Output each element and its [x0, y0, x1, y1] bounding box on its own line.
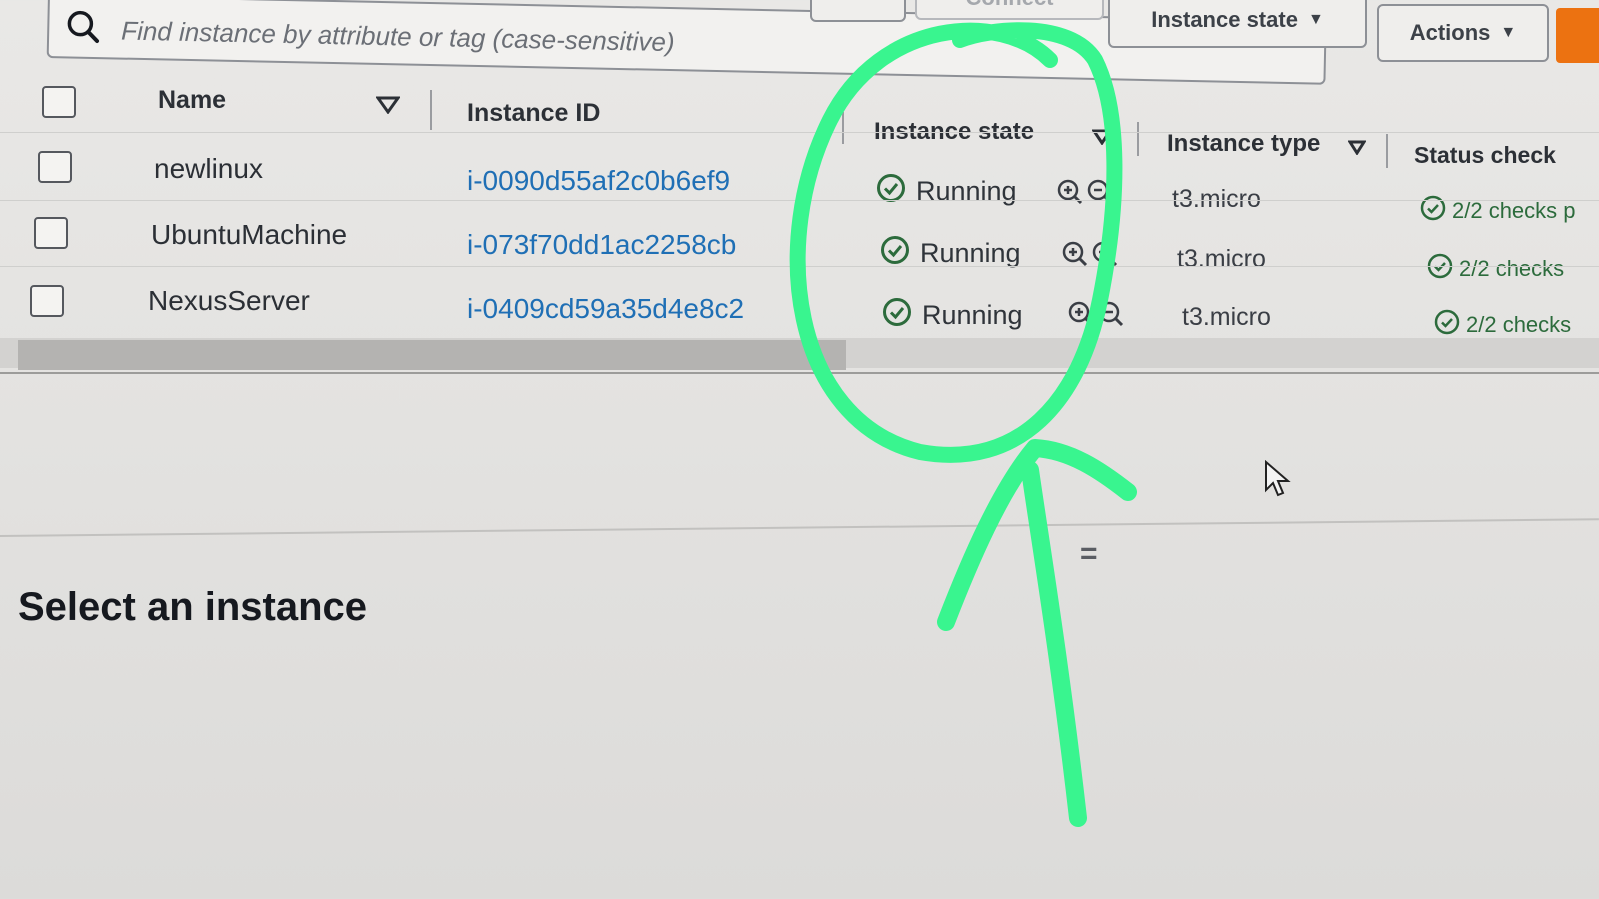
row-checkbox[interactable] [38, 151, 72, 183]
split-panel-divider[interactable] [0, 518, 1599, 537]
instance-id-link[interactable]: i-0409cd59a35d4e8c2 [467, 293, 744, 325]
mouse-pointer-icon [1264, 459, 1292, 503]
toolbar: Find instance by attribute or tag (case-… [0, 0, 1599, 85]
actions-dropdown[interactable]: Actions ▼ [1377, 4, 1549, 62]
instance-id-link[interactable]: i-073f70dd1ac2258cb [467, 229, 736, 261]
instance-name: newlinux [154, 153, 263, 184]
caret-down-icon: ▼ [1307, 11, 1324, 28]
zoom-in-icon[interactable] [1068, 301, 1094, 332]
table-row[interactable]: UbuntuMachine i-073f70dd1ac2258cb Runnin… [0, 200, 1599, 281]
search-icon [65, 8, 102, 50]
horizontal-scrollbar-thumb[interactable] [18, 340, 846, 370]
launch-instances-button[interactable] [1556, 8, 1599, 63]
actions-label: Actions [1409, 20, 1491, 45]
instance-state-label: Instance state [1151, 7, 1298, 32]
refresh-button[interactable] [810, 0, 906, 22]
table-divider [0, 372, 1599, 374]
connect-button[interactable]: Connect [915, 0, 1104, 20]
table-row[interactable]: NexusServer i-0409cd59a35d4e8c2 Running … [0, 266, 1599, 337]
zoom-out-icon[interactable] [1098, 301, 1124, 332]
instance-name: UbuntuMachine [151, 219, 348, 250]
search-placeholder: Find instance by attribute or tag (case-… [120, 15, 675, 58]
table-header: Name Instance ID Instance state Instance… [0, 72, 1599, 168]
instance-id-link[interactable]: i-0090d55af2c0b6ef9 [467, 165, 730, 197]
status-check: 2/2 checks [1434, 309, 1571, 341]
column-resizer[interactable] [430, 90, 432, 130]
status-check-text[interactable]: 2/2 checks [1466, 312, 1571, 338]
details-panel-title: Select an instance [18, 585, 368, 629]
instance-name: NexusServer [148, 285, 310, 316]
check-circle-icon [882, 297, 912, 334]
instance-type: t3.micro [1182, 303, 1271, 331]
instance-state-running: Running [882, 297, 1023, 334]
column-name-label: Name [158, 86, 227, 114]
annotation-arrow [937, 439, 1137, 827]
table-row[interactable]: newlinux i-0090d55af2c0b6ef9 Running t3.… [0, 132, 1599, 223]
row-checkbox[interactable] [30, 285, 64, 317]
check-circle-icon [1434, 309, 1460, 341]
state-zoom-controls [1068, 301, 1124, 332]
select-all-checkbox[interactable] [42, 86, 76, 118]
instance-state-dropdown[interactable]: Instance state ▼ [1108, 0, 1367, 48]
drag-handle-icon[interactable]: = [1080, 537, 1098, 571]
instance-state-text: Running [920, 238, 1021, 268]
column-header-name[interactable]: Name [158, 86, 226, 115]
row-checkbox[interactable] [34, 217, 68, 249]
connect-label: Connect [966, 0, 1054, 11]
sort-caret-icon[interactable] [375, 96, 401, 119]
instance-state-text: Running [922, 300, 1023, 330]
column-header-instance-id[interactable]: Instance ID [467, 99, 600, 128]
caret-down-icon: ▼ [1500, 24, 1517, 41]
column-instance-id-label: Instance ID [467, 99, 601, 127]
